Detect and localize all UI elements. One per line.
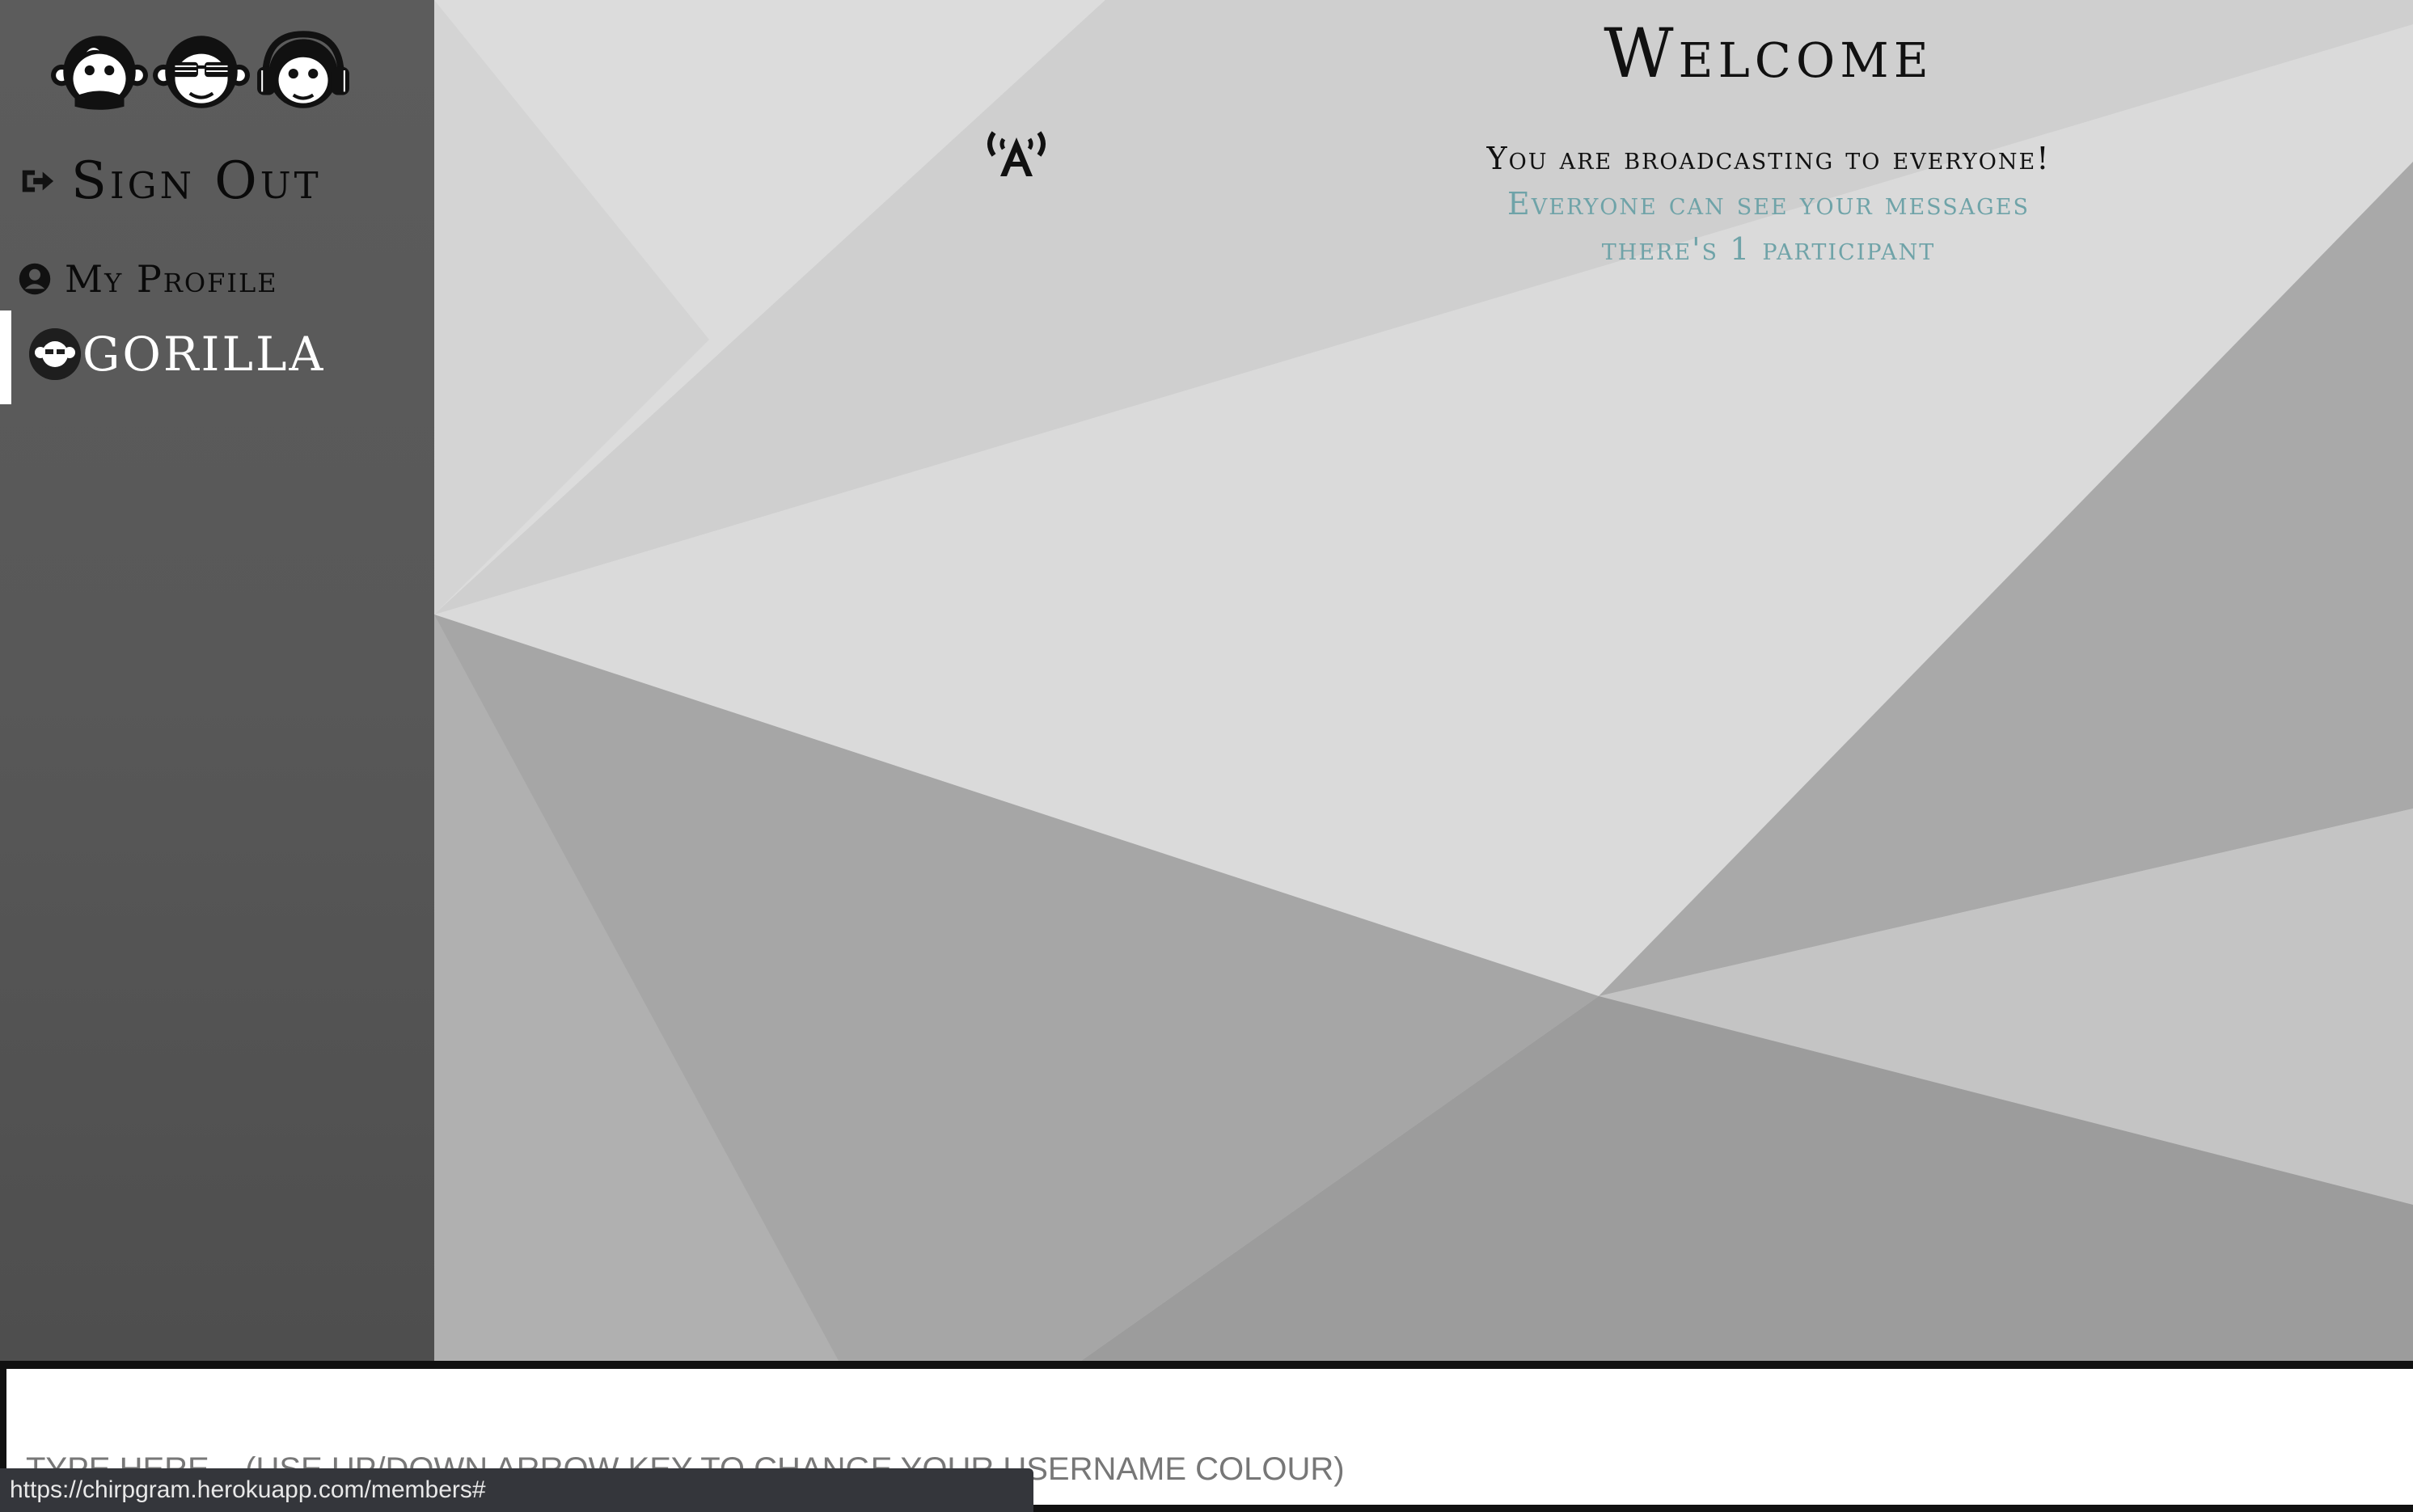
sign-out-button[interactable]: Sign Out bbox=[18, 155, 322, 207]
gorilla-avatar-icon bbox=[29, 328, 81, 380]
broadcast-antenna-icon bbox=[987, 131, 1046, 176]
chat-area: Welcome You are broadcasting to everyone… bbox=[434, 0, 2413, 1361]
visibility-text: Everyone can see your messages bbox=[1507, 186, 2030, 222]
sign-out-icon bbox=[22, 170, 54, 192]
user-circle-icon bbox=[19, 263, 51, 295]
my-profile-label: My Profile bbox=[65, 257, 278, 301]
page-title: Welcome bbox=[1604, 14, 1933, 93]
my-profile-link[interactable]: My Profile bbox=[18, 260, 278, 298]
participant-count-text: there's 1 participant bbox=[1601, 231, 1936, 267]
sidebar: Sign Out My Profile GORILLA bbox=[0, 0, 434, 1361]
monkey-sunglasses-icon bbox=[153, 36, 250, 108]
broadcast-status-text: You are broadcasting to everyone! bbox=[1486, 141, 2051, 176]
monkey-speak-no-evil-icon bbox=[51, 36, 148, 110]
link-status-bar: https://chirpgram.herokuapp.com/members# bbox=[0, 1468, 1033, 1512]
monkey-headphones-icon bbox=[257, 31, 349, 108]
logo bbox=[50, 27, 353, 113]
sidebar-item-label: GORILLA bbox=[82, 327, 326, 382]
sign-out-label: Sign Out bbox=[71, 151, 322, 211]
broadcast-info: You are broadcasting to everyone! Everyo… bbox=[1364, 136, 2173, 272]
active-indicator bbox=[0, 310, 11, 404]
sidebar-item-gorilla[interactable]: GORILLA bbox=[29, 328, 325, 380]
